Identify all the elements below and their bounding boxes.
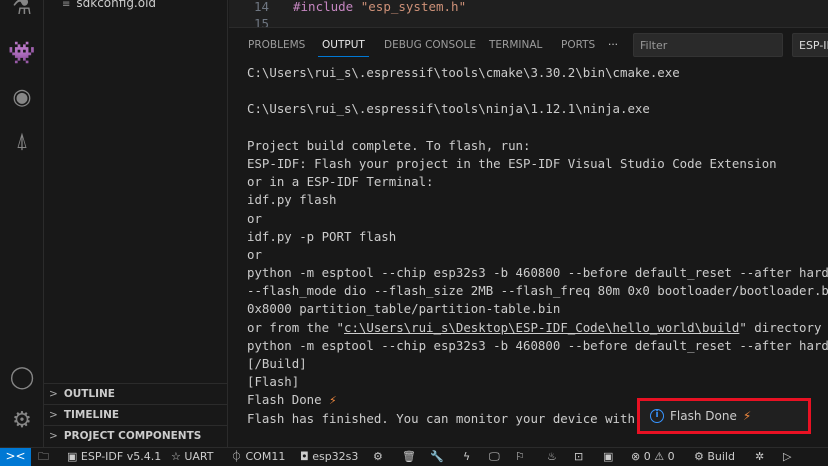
chevron-right-icon: > — [49, 409, 58, 421]
build-button[interactable]: ⚙ Build — [694, 449, 735, 465]
log-line: idf.py -p PORT flash — [247, 228, 397, 244]
keyword: #include — [293, 0, 354, 14]
chevron-right-icon: > — [49, 388, 58, 400]
debug-bug-icon[interactable]: ✲ — [755, 449, 764, 465]
run-play-icon[interactable]: ▷ — [783, 449, 791, 465]
gear-icon: ⚙ — [694, 450, 708, 463]
log-text: or from the " — [247, 319, 344, 335]
warning-count: 0 — [667, 450, 675, 463]
section-label: OUTLINE — [63, 388, 115, 400]
problems-indicator[interactable]: ⊗ 0 ⚠ 0 — [631, 449, 675, 465]
tab-debug-console[interactable]: DEBUG CONSOLE — [384, 39, 476, 51]
log-line: python -m esptool --chip esp32s3 -b 4608… — [247, 265, 828, 281]
status-bar: >< 🗀 ▣ ESP-IDF v5.4.1 ☆ UART ⏀ COM11 ◘ e… — [0, 447, 828, 466]
flame-icon[interactable]: ♨ — [547, 449, 557, 465]
info-icon: i — [650, 409, 664, 423]
output-log[interactable]: C:\Users\rui_s\.espressif\tools\cmake\3.… — [229, 64, 828, 446]
warning-icon: ⚠ — [654, 450, 665, 463]
notification-text: Flash Done — [670, 409, 737, 423]
file-name: sdkconfig.old — [76, 0, 157, 10]
menuconfig-gear-icon[interactable]: ⚙ — [373, 449, 383, 465]
idf-version-label: ESP-IDF v5.4.1 — [80, 450, 162, 463]
error-icon: ⊗ — [631, 450, 641, 463]
port-label: COM11 — [245, 450, 286, 463]
section-timeline[interactable]: > TIMELINE — [44, 404, 228, 425]
build-dir-link[interactable]: c:\Users\rui_s\Desktop\ESP-IDF_Code\hell… — [344, 320, 739, 335]
line-number: 14 — [254, 0, 270, 14]
log-text: " directory — [739, 319, 822, 335]
flash-method-label: UART — [184, 450, 214, 463]
log-line: [Flash] — [247, 374, 300, 390]
filter-input[interactable]: Filter — [633, 33, 783, 57]
log-line: Project build complete. To flash, run: — [247, 137, 531, 153]
flash-bolt-icon[interactable]: ϟ — [463, 449, 470, 465]
target-label: esp32s3 — [312, 450, 359, 463]
section-label: PROJECT COMPONENTS — [63, 430, 202, 442]
file-item[interactable]: ≡ sdkconfig.old — [62, 0, 156, 10]
log-line: or — [247, 246, 262, 262]
monitor-icon[interactable]: 🖵 — [489, 449, 500, 465]
panel-tabs: PROBLEMS OUTPUT DEBUG CONSOLE TERMINAL P… — [229, 33, 828, 59]
code-line: #include "esp_system.h" — [293, 0, 466, 14]
esp-idf-explorer-icon[interactable]: ⍋ — [8, 128, 36, 156]
line-number: 15 — [254, 16, 270, 28]
string: "esp_system.h" — [360, 0, 467, 14]
code-editor[interactable]: 14 #include "esp_system.h" 15 — [229, 0, 828, 28]
star-icon: ☆ — [171, 450, 185, 463]
target-chip[interactable]: ◘ esp32s3 — [300, 449, 358, 465]
notification-toast[interactable]: i Flash Done ⚡ — [637, 398, 811, 434]
chevron-right-icon: > — [49, 430, 58, 442]
esp-idf-alien-icon[interactable]: 👾 — [8, 40, 36, 68]
esp-idf-icon: ▣ — [67, 450, 81, 463]
workspace-icon[interactable]: 🗀 — [38, 449, 49, 465]
log-line: or from the "c:\Users\rui_s\Desktop\ESP-… — [229, 319, 828, 337]
tab-terminal[interactable]: TERMINAL — [489, 39, 542, 51]
output-channel-select[interactable]: ESP-IDF — [792, 33, 828, 57]
debug-lock-icon[interactable]: ⚐ — [515, 449, 525, 465]
manage-gear-icon[interactable]: ⚙ — [8, 407, 36, 435]
log-line: python -m esptool --chip esp32s3 -b 4608… — [247, 337, 828, 353]
testing-flask-icon[interactable]: ⚗ — [8, 0, 36, 22]
tab-problems[interactable]: PROBLEMS — [248, 39, 305, 51]
error-count: 0 — [643, 450, 651, 463]
lightning-icon: ⚡ — [329, 392, 337, 408]
log-line: idf.py flash — [247, 192, 337, 208]
serial-port[interactable]: ⏀ COM11 — [231, 449, 285, 465]
log-line: or — [247, 210, 262, 226]
idf-version[interactable]: ▣ ESP-IDF v5.4.1 — [67, 449, 161, 465]
build-wrench-icon[interactable]: 🔧 — [430, 449, 444, 465]
log-line: [/Build] — [247, 356, 307, 371]
full-clean-trash-icon[interactable]: 🗑 — [402, 449, 416, 465]
terminal-icon[interactable]: ⊡ — [574, 449, 583, 465]
log-line: 0x8000 partition_table/partition-table.b… — [247, 301, 561, 317]
section-outline[interactable]: > OUTLINE — [44, 383, 228, 404]
espressif-logo-icon[interactable]: ◉ — [8, 84, 36, 112]
remote-button[interactable]: >< — [0, 448, 31, 466]
chip-icon: ◘ — [300, 450, 313, 463]
tab-ports[interactable]: PORTS — [561, 39, 595, 51]
log-line: or in a ESP-IDF Terminal: — [247, 174, 434, 190]
build-label: Build — [707, 450, 735, 463]
section-project-components[interactable]: > PROJECT COMPONENTS — [44, 425, 228, 446]
log-text: Flash Done — [247, 392, 322, 408]
explorer-sidebar: ≡ sdkconfig.old > OUTLINE > TIMELINE > PROJE… — [44, 0, 228, 447]
more-icon[interactable]: ··· — [608, 39, 618, 51]
flash-method[interactable]: ☆ UART — [171, 449, 214, 465]
plug-icon: ⏀ — [231, 450, 246, 463]
file-icon: ≡ — [62, 0, 71, 10]
log-line: --flash_mode dio --flash_size 2MB --flas… — [247, 283, 828, 299]
log-line: C:\Users\rui_s\.espressif\tools\cmake\3.… — [247, 65, 680, 80]
lightning-icon: ⚡ — [742, 409, 752, 423]
account-icon[interactable]: ◯ — [8, 364, 36, 392]
log-line: C:\Users\rui_s\.espressif\tools\ninja\1.… — [247, 101, 650, 117]
log-line: ESP-IDF: Flash your project in the ESP-I… — [247, 155, 777, 171]
tab-output[interactable]: OUTPUT — [318, 39, 369, 57]
run-task-icon[interactable]: ▣ — [603, 449, 613, 465]
activity-bar: ⚗ 👾 ◉ ⍋ ◯ ⚙ — [0, 0, 44, 447]
section-label: TIMELINE — [63, 409, 120, 421]
